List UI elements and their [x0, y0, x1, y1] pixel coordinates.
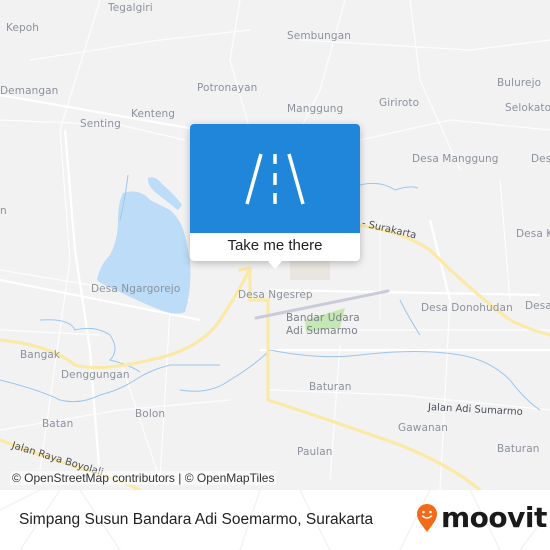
- place-label: Desa Ngesrep: [238, 289, 313, 301]
- map-attribution[interactable]: © OpenStreetMap contributors | © OpenMap…: [10, 471, 277, 485]
- place-label: n: [0, 205, 7, 217]
- moovit-logo[interactable]: moovit: [416, 500, 547, 536]
- place-label: Desa Ngargorejo: [91, 283, 181, 295]
- place-label: Bangak: [20, 349, 61, 361]
- place-label: Desa: [531, 153, 550, 165]
- place-label: Denggungan: [61, 369, 130, 381]
- place-label: Batan: [42, 418, 74, 430]
- place-label: Gawanan: [398, 422, 449, 434]
- moovit-wordmark: moovit: [441, 501, 547, 534]
- place-label: Adi Sumarmo: [286, 325, 358, 337]
- footer: Simpang Susun Bandara Adi Soemarmo, Sura…: [0, 490, 550, 550]
- popup-pointer: [267, 260, 283, 269]
- take-me-there-button[interactable]: Take me there: [190, 233, 360, 261]
- place-label: Tegalgiri: [108, 2, 153, 14]
- popup-header: [190, 124, 360, 233]
- place-label: Baturan: [309, 381, 352, 393]
- place-label: Bulurejo: [497, 77, 542, 89]
- map[interactable]: Tegalgiri Kepoh Sembungan Demangan Potro…: [0, 0, 550, 490]
- moovit-pin-icon: [417, 504, 437, 532]
- place-label: Bolon: [135, 408, 166, 420]
- destination-popup: Take me there: [190, 124, 360, 269]
- place-label: Bandar Udara: [286, 312, 360, 324]
- place-label: Sembungan: [287, 30, 351, 42]
- place-label: Desa Donohudan: [421, 302, 513, 314]
- place-label: Desa Manggung: [412, 153, 499, 165]
- place-label: Potronayan: [197, 82, 258, 94]
- stop-title: Simpang Susun Bandara Adi Soemarmo, Sura…: [19, 511, 374, 528]
- moovit-map-card: Tegalgiri Kepoh Sembungan Demangan Potro…: [0, 0, 550, 550]
- place-label: Demangan: [0, 85, 59, 97]
- road-icon: [245, 153, 305, 204]
- place-label: Selokato: [505, 102, 550, 114]
- place-label: Manggung: [287, 103, 344, 115]
- place-label: Baturan: [497, 443, 540, 455]
- place-label: Kepoh: [6, 22, 40, 34]
- place-label: Giriroto: [379, 97, 420, 109]
- place-label: Kenteng: [131, 108, 176, 120]
- airport-apron: [290, 258, 330, 280]
- place-label: Desa: [525, 300, 550, 312]
- place-label: Desa K: [516, 228, 550, 240]
- place-label: Paulan: [297, 446, 333, 458]
- place-label: Senting: [80, 118, 121, 130]
